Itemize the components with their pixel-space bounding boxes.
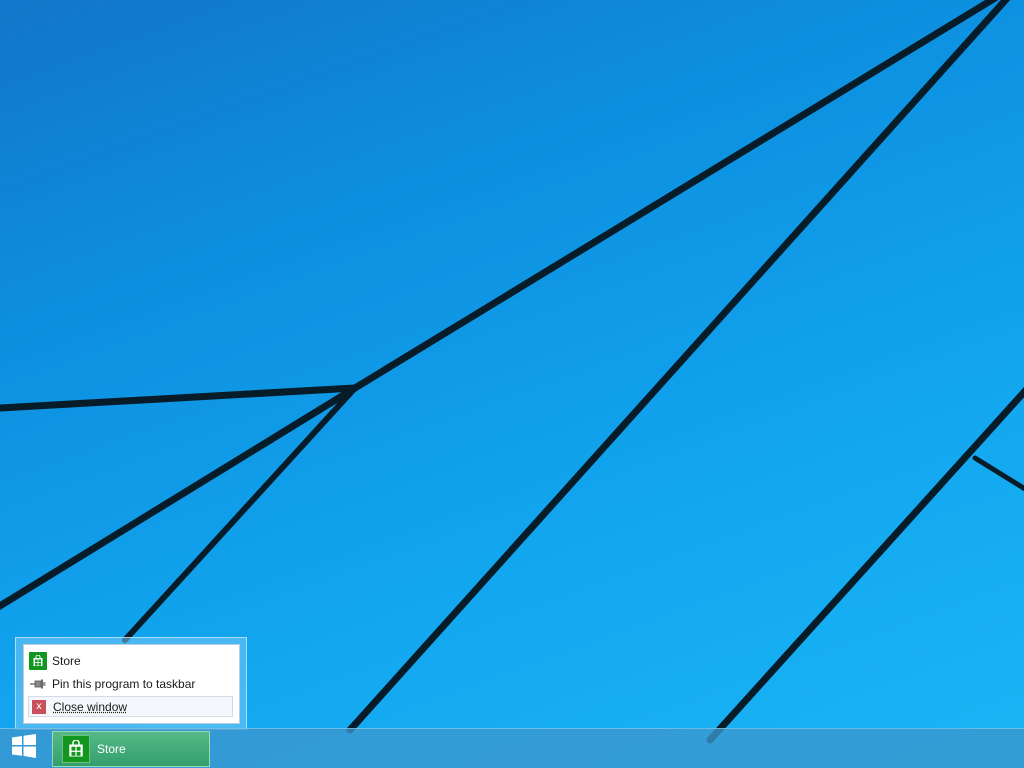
jump-list: Store Pin this program to taskbar x Clos…	[15, 637, 247, 730]
close-window-item[interactable]: x Close window	[28, 696, 233, 717]
jump-list-app-item[interactable]: Store	[28, 650, 233, 671]
pin-to-taskbar-item[interactable]: Pin this program to taskbar	[28, 673, 233, 694]
store-bag-icon	[28, 651, 48, 671]
taskbar-app-store[interactable]: Store	[52, 731, 210, 767]
pin-to-taskbar-label: Pin this program to taskbar	[52, 676, 196, 691]
desktop[interactable]: Store Pin this program to taskbar x Clos…	[0, 0, 1024, 768]
pin-icon	[28, 674, 48, 694]
store-bag-icon	[62, 735, 90, 763]
windows-logo-icon	[11, 733, 37, 764]
taskbar-app-label: Store	[97, 742, 126, 756]
close-icon: x	[29, 697, 49, 717]
taskbar: Store	[0, 728, 1024, 768]
start-button[interactable]	[0, 729, 48, 768]
jump-list-menu: Store Pin this program to taskbar x Clos…	[23, 644, 240, 724]
jump-list-app-title: Store	[52, 653, 81, 668]
close-window-label: Close window	[53, 699, 128, 714]
